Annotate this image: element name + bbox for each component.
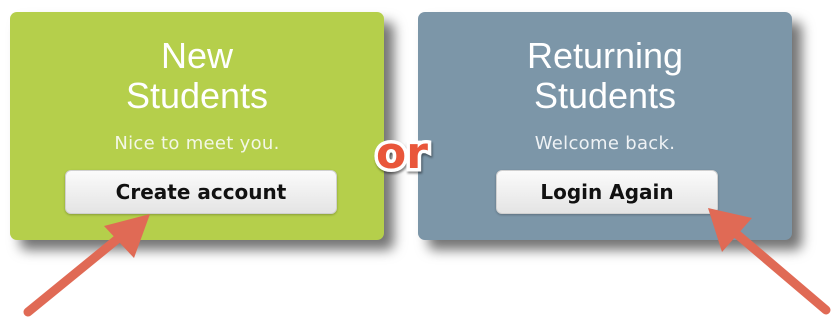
new-students-title-line2: Students xyxy=(125,75,269,116)
arrow-up-right-icon xyxy=(23,214,150,317)
new-students-subtitle: Nice to meet you. xyxy=(114,133,280,154)
or-separator-label: or xyxy=(376,128,428,179)
account-choice-panel: New Students Nice to meet you. Create ac… xyxy=(0,0,835,317)
new-students-card: New Students Nice to meet you. Create ac… xyxy=(10,12,384,240)
new-students-title-line1: New xyxy=(160,35,234,76)
or-separator-badge: or xyxy=(373,125,432,183)
arrow-up-left-icon xyxy=(708,208,831,315)
returning-students-title-line2: Students xyxy=(533,75,677,116)
returning-students-subtitle: Welcome back. xyxy=(534,133,676,154)
new-students-title: New Students xyxy=(47,36,347,116)
returning-students-title: Returning Students xyxy=(455,36,755,116)
login-again-button[interactable]: Login Again xyxy=(496,170,718,214)
returning-students-title-line1: Returning xyxy=(526,35,684,76)
